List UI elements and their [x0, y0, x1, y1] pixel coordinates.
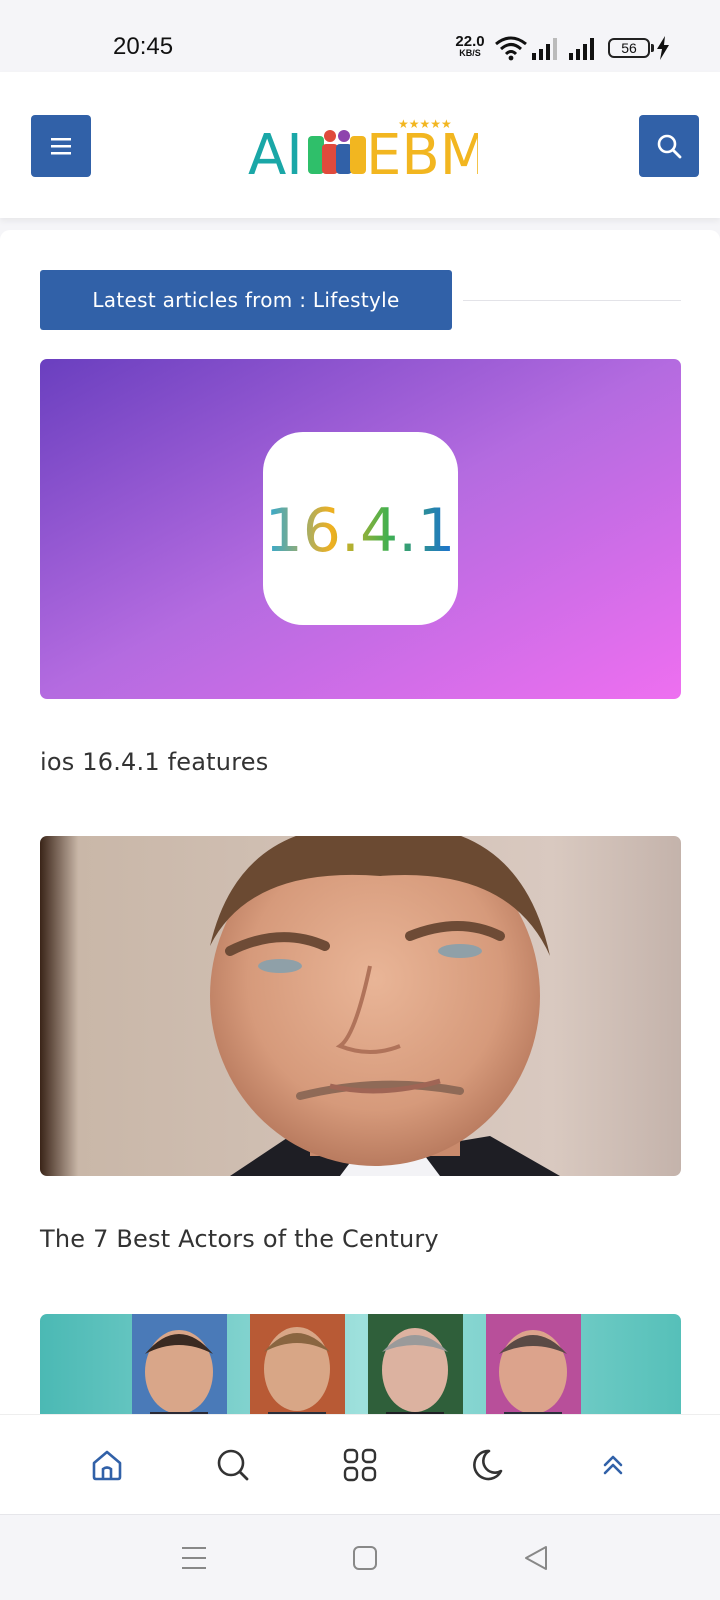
back-icon [525, 1546, 547, 1570]
search-icon [217, 1449, 249, 1481]
net-speed-value: 22.0 [455, 33, 485, 50]
nav-home[interactable] [82, 1440, 132, 1490]
recents-icon [182, 1547, 206, 1569]
moon-icon [473, 1449, 503, 1481]
search-button[interactable] [639, 115, 699, 177]
article-title[interactable]: The 7 Best Actors of the Century [40, 1225, 439, 1253]
nav-search[interactable] [208, 1440, 258, 1490]
svg-text:EBM: EBM [366, 123, 478, 188]
status-bar: 20:45 22.0 KB/S 56 [0, 0, 720, 72]
signal-icon [569, 38, 594, 60]
scroll-top-icon [603, 1455, 623, 1475]
article-thumbnail[interactable] [40, 836, 681, 1176]
home-icon [92, 1450, 122, 1481]
search-icon [657, 134, 682, 159]
menu-button[interactable] [31, 115, 91, 177]
wifi-icon [495, 36, 527, 61]
main-content: Latest articles from : Lifestyle 16.4.1 … [0, 230, 720, 1414]
version-badge: 16.4.1 [265, 496, 456, 566]
battery-indicator: 56 [608, 38, 654, 58]
charging-icon [657, 36, 669, 60]
article-title[interactable]: ios 16.4.1 features [40, 748, 268, 776]
net-speed: 22.0 KB/S [452, 34, 488, 58]
article-thumbnail[interactable] [40, 1314, 681, 1414]
grid-icon [343, 1448, 377, 1482]
nav-dark-mode[interactable] [462, 1440, 512, 1490]
site-header: ★★★★★ AI EBM [0, 72, 720, 218]
system-back-button[interactable] [516, 1541, 556, 1575]
svg-text:AI: AI [248, 123, 303, 188]
status-time: 20:45 [113, 33, 174, 60]
signal-icon [532, 38, 557, 60]
nav-scroll-top[interactable] [588, 1440, 638, 1490]
article-thumbnail[interactable]: 16.4.1 [40, 359, 681, 699]
system-recents-button[interactable] [174, 1541, 214, 1575]
section-title: Latest articles from : Lifestyle [40, 270, 452, 330]
system-home-button[interactable] [345, 1541, 385, 1575]
net-speed-unit: KB/S [459, 48, 481, 58]
hamburger-icon [51, 138, 71, 155]
home-square-icon [353, 1546, 377, 1570]
system-navigation-bar [0, 1514, 720, 1600]
section-divider [463, 300, 681, 301]
site-logo[interactable]: ★★★★★ AI EBM [248, 110, 478, 190]
bottom-navigation [0, 1414, 720, 1514]
nav-categories[interactable] [335, 1440, 385, 1490]
